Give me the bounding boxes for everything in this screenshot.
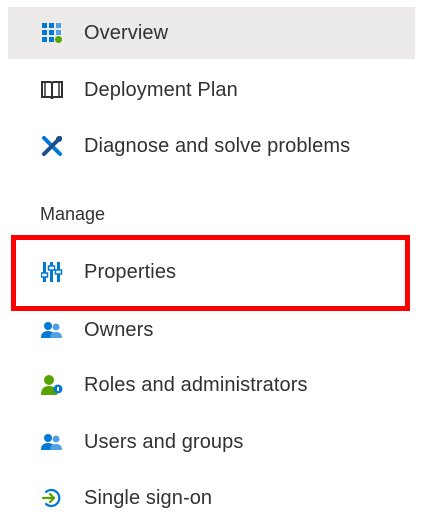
nav-item-label: Deployment Plan xyxy=(84,78,238,101)
nav-item-label: Owners xyxy=(84,318,154,341)
nav-item-overview[interactable]: Overview xyxy=(8,7,415,59)
owners-icon xyxy=(40,318,64,342)
nav-item-diagnose[interactable]: Diagnose and solve problems xyxy=(8,120,415,172)
nav-item-label: Properties xyxy=(84,260,177,283)
nav-item-properties[interactable]: Properties xyxy=(8,246,415,298)
book-icon xyxy=(40,78,64,102)
side-navigation: Overview Deployment Plan Diagnose and so… xyxy=(0,0,423,516)
tools-icon xyxy=(40,134,64,158)
properties-icon xyxy=(40,260,64,284)
overview-grid-icon xyxy=(40,21,64,45)
nav-item-label: Diagnose and solve problems xyxy=(84,134,351,157)
nav-item-deployment-plan[interactable]: Deployment Plan xyxy=(8,64,415,116)
nav-item-label: Roles and administrators xyxy=(84,373,308,396)
nav-item-roles[interactable]: Roles and administrators xyxy=(8,359,415,411)
nav-item-label: Single sign-on xyxy=(84,486,213,509)
nav-item-owners[interactable]: Owners xyxy=(8,304,415,356)
nav-item-label: Users and groups xyxy=(84,430,244,453)
nav-item-users-groups[interactable]: Users and groups xyxy=(8,416,415,468)
section-divider xyxy=(40,238,410,239)
roles-icon xyxy=(40,373,64,397)
single-sign-on-icon xyxy=(40,486,64,510)
nav-item-label: Overview xyxy=(84,21,169,44)
users-groups-icon xyxy=(40,430,64,454)
section-heading-manage: Manage xyxy=(40,204,106,224)
nav-item-single-sign-on[interactable]: Single sign-on xyxy=(8,472,415,516)
